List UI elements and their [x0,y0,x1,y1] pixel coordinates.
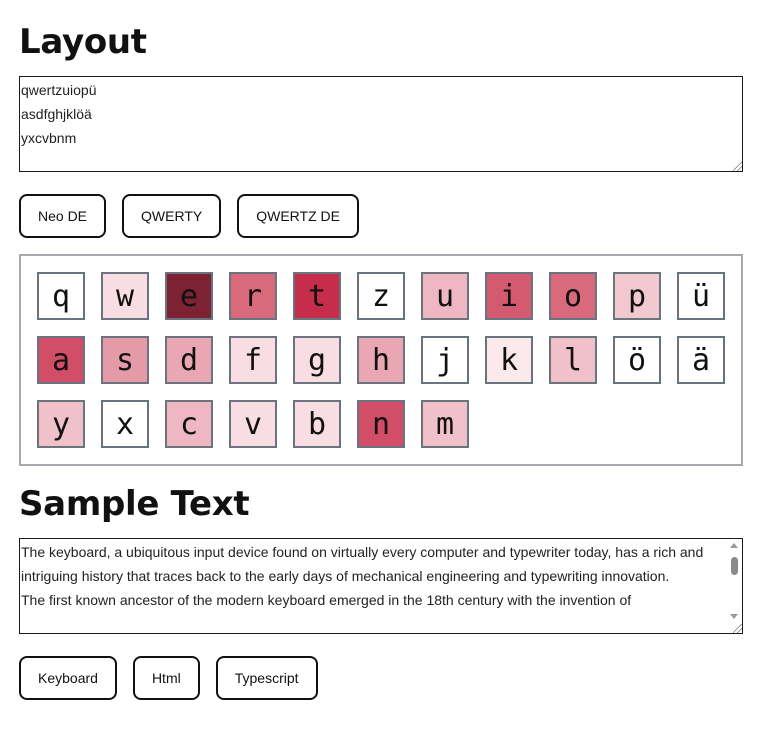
scroll-up-arrow-icon[interactable] [730,543,738,548]
key-m[interactable]: m [421,400,469,448]
html-sample-button[interactable]: Html [132,656,200,700]
scroll-thumb[interactable] [731,557,738,575]
key-i[interactable]: i [485,272,533,320]
key-q[interactable]: q [37,272,85,320]
key-w[interactable]: w [101,272,149,320]
key-o[interactable]: o [549,272,597,320]
qwerty-button[interactable]: QWERTY [122,194,222,238]
key-f[interactable]: f [229,336,277,384]
neo-de-button[interactable]: Neo DE [19,194,107,238]
key-x[interactable]: x [101,400,149,448]
typescript-sample-button[interactable]: Typescript [215,656,318,700]
key-p[interactable]: p [613,272,661,320]
sample-button-row: Keyboard Html Typescript [19,656,318,700]
key-z[interactable]: z [357,272,405,320]
key-r[interactable]: r [229,272,277,320]
sample-text-heading: Sample Text [19,484,250,524]
key-ü[interactable]: ü [677,272,725,320]
layout-heading: Layout [19,22,147,62]
key-s[interactable]: s [101,336,149,384]
key-j[interactable]: j [421,336,469,384]
page: Layout qwertzuiopü asdfghjklöä yxcvbnm N… [0,0,778,736]
scroll-down-arrow-icon[interactable] [730,614,738,619]
layout-textarea[interactable]: qwertzuiopü asdfghjklöä yxcvbnm [19,76,743,172]
key-ä[interactable]: ä [677,336,725,384]
key-n[interactable]: n [357,400,405,448]
key-ö[interactable]: ö [613,336,661,384]
layout-textarea-resize-handle[interactable] [733,162,742,171]
keyboard-heatmap: qwertzuiopü asdfghjklöä yxcvbnm [19,254,743,466]
key-a[interactable]: a [37,336,85,384]
key-d[interactable]: d [165,336,213,384]
sample-text-textarea[interactable]: The keyboard, a ubiquitous input device … [19,538,743,634]
key-v[interactable]: v [229,400,277,448]
qwertz-de-button[interactable]: QWERTZ DE [237,194,359,238]
key-g[interactable]: g [293,336,341,384]
key-c[interactable]: c [165,400,213,448]
keyboard-sample-button[interactable]: Keyboard [19,656,117,700]
key-e[interactable]: e [165,272,213,320]
layout-button-row: Neo DE QWERTY QWERTZ DE [19,194,359,238]
key-h[interactable]: h [357,336,405,384]
key-k[interactable]: k [485,336,533,384]
key-y[interactable]: y [37,400,85,448]
sample-text-scrollbar[interactable] [727,539,741,621]
sample-textarea-resize-handle[interactable] [733,624,742,633]
key-b[interactable]: b [293,400,341,448]
key-l[interactable]: l [549,336,597,384]
key-t[interactable]: t [293,272,341,320]
key-u[interactable]: u [421,272,469,320]
